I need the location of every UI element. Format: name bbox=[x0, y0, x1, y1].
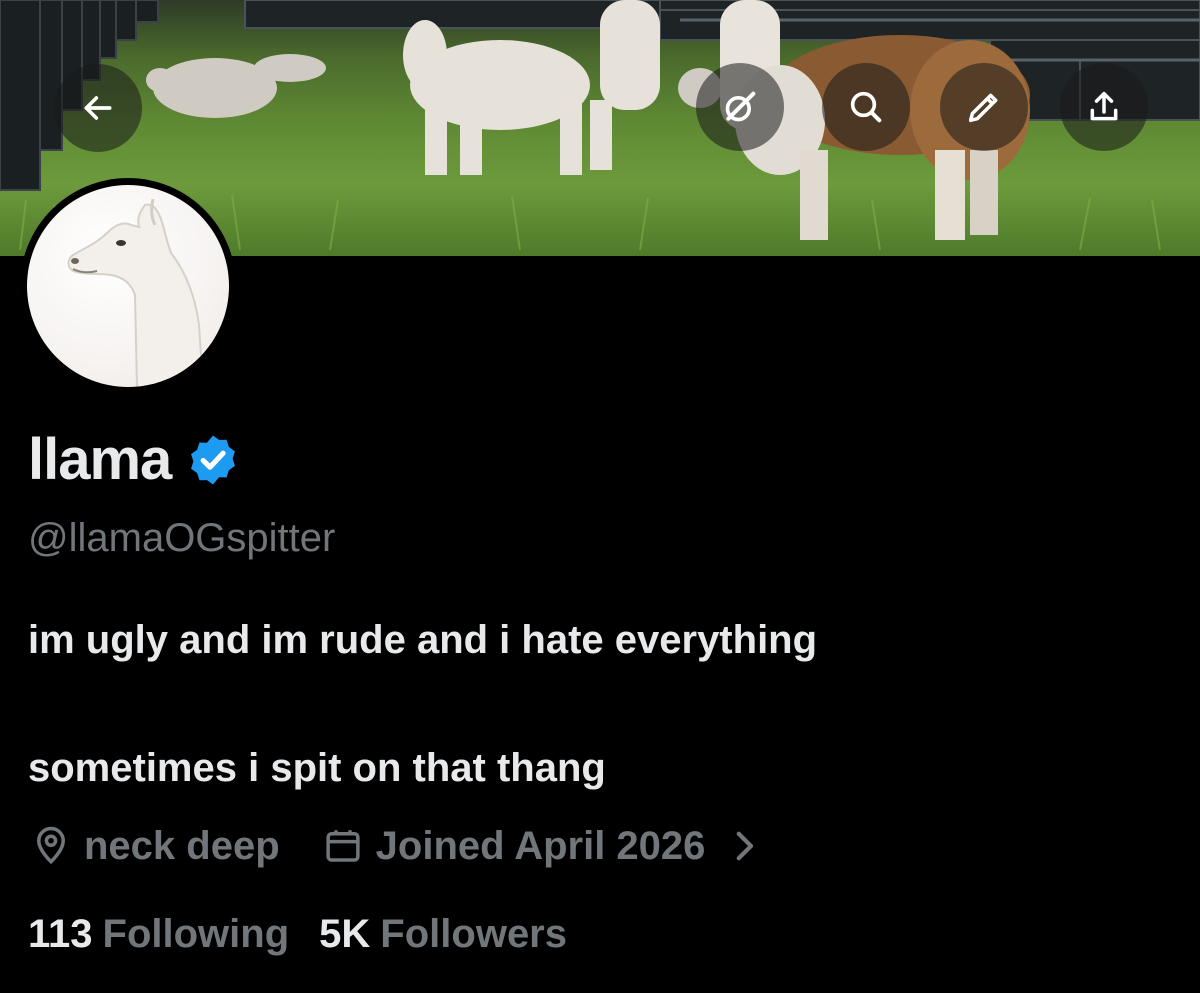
search-icon bbox=[850, 91, 882, 123]
grok-icon bbox=[725, 91, 756, 122]
profile-stats: 113 Following 5K Followers bbox=[28, 906, 567, 962]
profile-meta: neck deep Joined April 2026 bbox=[30, 818, 765, 874]
bio-line: im ugly and im rude and i hate everythin… bbox=[28, 618, 818, 662]
display-name: llama bbox=[28, 427, 172, 492]
search-button[interactable] bbox=[822, 63, 910, 151]
calendar-icon bbox=[326, 830, 360, 862]
edit-button[interactable] bbox=[940, 63, 1028, 151]
chevron-right-icon bbox=[737, 831, 754, 861]
back-button[interactable] bbox=[54, 64, 142, 152]
bio-line: sometimes i spit on that thang bbox=[28, 746, 606, 790]
joined-text: Joined April 2026 bbox=[375, 823, 706, 868]
share-button[interactable] bbox=[1060, 63, 1148, 151]
share-icon bbox=[1090, 91, 1118, 121]
verified-badge-icon[interactable] bbox=[185, 432, 241, 488]
avatar-image bbox=[27, 185, 229, 387]
arrow-left-icon bbox=[84, 96, 112, 120]
name-row: llama bbox=[28, 420, 241, 500]
pencil-icon bbox=[968, 93, 998, 123]
following-count: 113 bbox=[28, 912, 93, 956]
profile-joined[interactable]: Joined April 2026 bbox=[322, 824, 766, 869]
followers-label: Followers bbox=[380, 912, 567, 956]
following-link[interactable]: 113 Following bbox=[28, 906, 289, 962]
location-text: neck deep bbox=[84, 823, 280, 868]
followers-link[interactable]: 5K Followers bbox=[319, 906, 567, 962]
profile-handle: @llamaOGspitter bbox=[28, 516, 336, 560]
following-label: Following bbox=[102, 912, 290, 956]
profile-location: neck deep bbox=[30, 824, 280, 869]
grok-button[interactable] bbox=[696, 63, 784, 151]
followers-count: 5K bbox=[319, 912, 371, 956]
profile-bio: im ugly and im rude and i hate everythin… bbox=[28, 612, 1168, 796]
location-pin-icon bbox=[36, 826, 66, 865]
avatar[interactable] bbox=[20, 178, 236, 394]
